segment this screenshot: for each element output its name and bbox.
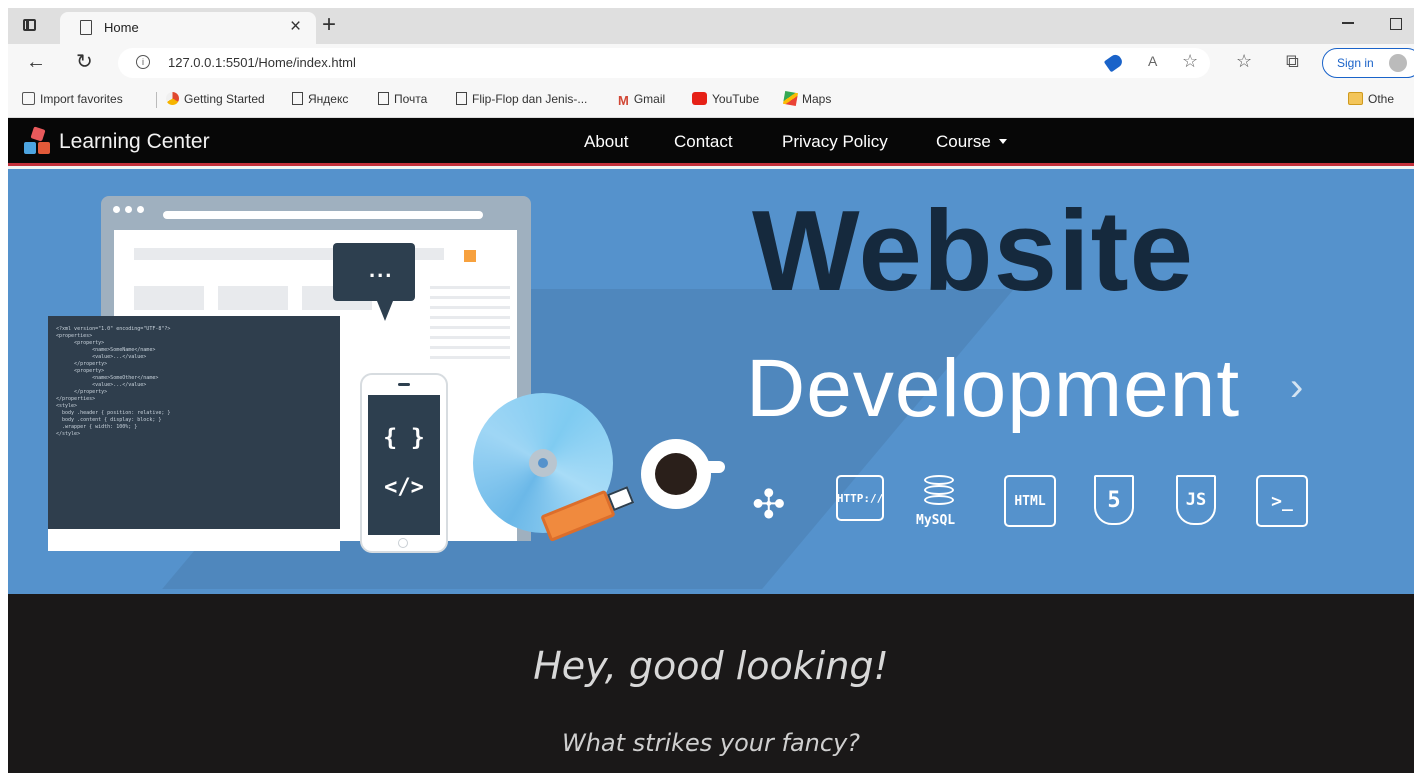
code-line: <property> [56,340,105,346]
refresh-icon[interactable]: ↻ [76,49,93,75]
blocks-logo-icon[interactable] [24,126,52,156]
site-navbar: Learning Center About Contact Privacy Po… [8,118,1414,166]
avatar [1389,54,1407,72]
code-line: <property> [56,368,105,374]
html-file-icon: HTML [1004,475,1056,527]
tag-icon[interactable] [1103,52,1125,73]
maps-icon [782,90,799,107]
code-tag-glyph: </> [384,475,424,500]
close-icon[interactable]: × [290,16,301,38]
curly-braces-glyph: { } [383,425,425,451]
page-icon [292,92,303,105]
youtube-icon [692,92,707,105]
back-icon[interactable]: ← [26,49,46,75]
bookmark-divider [156,92,157,108]
chrome-icon [166,92,179,105]
info-icon[interactable]: i [136,55,150,69]
sign-in-button[interactable]: Sign in [1322,48,1414,78]
hero-banner: ... <?xml version="1.0" encoding="UTF-8"… [8,169,1414,594]
import-icon [22,92,35,105]
tab-strip: Home × + [8,8,1414,44]
add-favorite-icon[interactable]: ☆ [1182,51,1198,72]
address-bar[interactable]: i 127.0.0.1:5501/Home/index.html A ☆ [118,48,1210,78]
bookmark-flip-flop[interactable]: Flip-Flop dan Jenis-... [456,92,587,106]
nav-contact[interactable]: Contact [674,132,733,152]
minimize-icon[interactable] [1342,22,1354,24]
code-line: .wrapper { width: 100%; } [56,424,138,430]
code-line: </style> [56,431,81,437]
page-icon [378,92,389,105]
coffee-cup-illustration [641,439,725,509]
code-panel-base [48,529,340,551]
code-line: </property> [56,361,108,367]
caret-down-icon [998,139,1007,144]
hero-title-development: Development [746,343,1241,434]
code-line: <?xml version="1.0" encoding="UTF-8"?> [56,326,171,332]
read-aloud-icon[interactable]: A [1148,53,1157,69]
folder-icon [1348,92,1363,105]
smartphone-illustration: { } </> [360,373,448,553]
code-line: </properties> [56,396,96,402]
bookmark-getting-started[interactable]: Getting Started [166,92,265,106]
page-icon [456,92,467,105]
tab-home[interactable]: Home × [60,12,316,44]
code-snippet-panel: <?xml version="1.0" encoding="UTF-8"?> <… [48,316,340,529]
gmail-icon: M [618,93,629,108]
hero-title-website: Website [752,188,1195,315]
brand-name[interactable]: Learning Center [59,130,210,154]
favorites-icon[interactable]: ☆ [1236,51,1252,72]
code-line: body .header { position: relative; } [56,410,171,416]
javascript-icon: JS [1176,475,1216,525]
nav-about[interactable]: About [584,132,628,152]
sign-in-label: Sign in [1337,56,1374,70]
url-text[interactable]: 127.0.0.1:5501/Home/index.html [168,55,356,70]
bookmark-label: Maps [802,92,832,106]
bookmark-label: Gmail [633,92,666,106]
code-line: <name>SomeName</name> [56,347,156,353]
carousel-next-icon[interactable]: › [1290,365,1303,410]
code-line: <properties> [56,333,93,339]
collections-icon[interactable]: ⧉ [1286,51,1299,72]
bookmark-label: Import favorites [40,92,123,106]
code-line: <value>...</value> [56,354,147,360]
html5-icon: 5 [1094,475,1134,525]
bookmark-label: Почта [394,92,428,106]
tab-title: Home [104,20,139,35]
bookmark-label: Яндекс [308,92,349,106]
page-icon [80,20,92,35]
section-heading: Hey, good looking! [533,644,889,688]
new-tab-icon[interactable]: + [322,11,336,39]
bookmark-label: Flip-Flop dan Jenis-... [472,92,588,106]
code-line: <value>...</value> [56,382,147,388]
intro-section: Hey, good looking! What strikes your fan… [8,594,1414,773]
bookmark-label: Othe [1368,92,1395,106]
bookmark-maps[interactable]: Maps [782,90,832,107]
code-line: </property> [56,389,108,395]
tab-actions-icon[interactable] [20,16,40,36]
bookmark-import-favorites[interactable]: Import favorites [22,92,123,106]
bookmark-other-folder[interactable]: Othe [1348,92,1394,106]
bookmark-gmail[interactable]: M Gmail [618,92,666,108]
bookmark-yandex[interactable]: Яндекс [292,92,348,106]
code-line: body .content { display: block; } [56,417,162,423]
mysql-icon: MySQL [916,475,955,528]
http-icon: HTTP:// [836,475,884,521]
puzzle-icon: ✣ [752,483,786,527]
bookmark-youtube[interactable]: YouTube [692,92,759,106]
browser-toolbar: ← ↻ i 127.0.0.1:5501/Home/index.html A ☆… [8,44,1414,82]
terminal-icon: >_ [1256,475,1308,527]
browser-window: Home × + ← ↻ i 127.0.0.1:5501/Home/index… [8,8,1414,773]
bookmark-label: Getting Started [184,92,265,106]
nav-course-dropdown[interactable]: Course [936,132,1007,152]
code-line: <name>SomeOther</name> [56,375,159,381]
code-line: <style> [56,403,78,409]
restore-icon[interactable] [1390,18,1402,30]
section-subheading: What strikes your fancy? [561,729,861,757]
bookmarks-bar: Import favorites Getting Started Яндекс … [8,82,1414,118]
bookmark-label: YouTube [712,92,760,106]
chat-bubble-icon: ... [333,243,415,321]
nav-privacy-policy[interactable]: Privacy Policy [782,132,888,152]
bookmark-pochta[interactable]: Почта [378,92,427,106]
nav-course-label: Course [936,132,991,151]
